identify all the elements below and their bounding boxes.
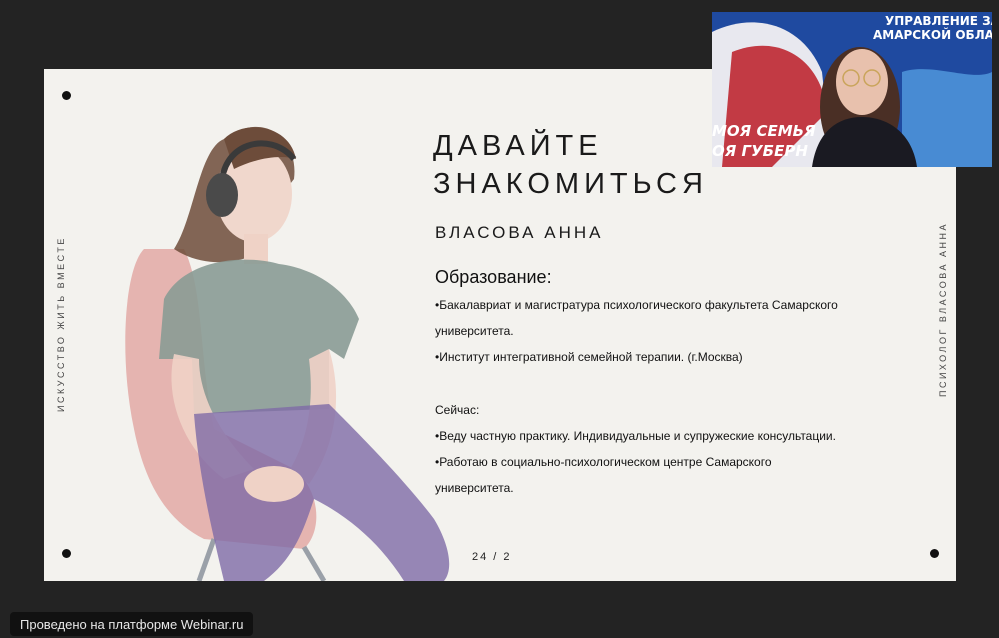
slide-text-line: •Веду частную практику. Индивидуальные и… <box>435 429 836 443</box>
speaker-name: ВЛАСОВА АННА <box>435 223 604 242</box>
corner-dot-bottom-right <box>930 549 939 558</box>
slide-text-line: университета. <box>435 481 514 495</box>
slide-text-line: •Бакалавриат и магистратура психологичес… <box>435 298 838 312</box>
slide-text-line: Сейчас: <box>435 403 480 417</box>
corner-dot-top-left <box>62 91 71 100</box>
platform-badge[interactable]: Проведено на платформе Webinar.ru <box>10 612 254 636</box>
slide-title: ДАВАЙТЕ ЗНАКОМИТЬСЯ <box>433 127 708 203</box>
webcam-banner-line1: УПРАВЛЕНИЕ ЗАГС <box>885 14 992 28</box>
webcam-video[interactable]: УПРАВЛЕНИЕ ЗАГС АМАРСКОЙ ОБЛАСТИ МОЯ СЕМ… <box>712 12 992 167</box>
woman-illustration <box>125 126 450 581</box>
webcam-banner-line2: АМАРСКОЙ ОБЛАСТИ <box>873 28 992 42</box>
side-caption-right: ПСИХОЛОГ ВЛАСОВА АННА <box>938 222 948 397</box>
slide-pager: 24 / 2 <box>472 551 512 563</box>
slide-title-line1: ДАВАЙТЕ <box>433 130 603 162</box>
corner-dot-bottom-left <box>62 549 71 558</box>
slide-text-line: •Работаю в социально-психологическом цен… <box>435 455 772 469</box>
side-caption-left: ИСКУССТВО ЖИТЬ ВМЕСТЕ <box>56 236 66 412</box>
webcam-banner-line4: ОЯ ГУБЕРН <box>712 142 808 160</box>
slide-text-line: •Институт интегративной семейной терапии… <box>435 350 743 364</box>
slide-text-line: университета. <box>435 324 514 338</box>
slide-title-line2: ЗНАКОМИТЬСЯ <box>433 168 708 200</box>
webcam-banner-line3: МОЯ СЕМЬЯ <box>712 122 816 140</box>
education-heading: Образование: <box>435 267 552 287</box>
